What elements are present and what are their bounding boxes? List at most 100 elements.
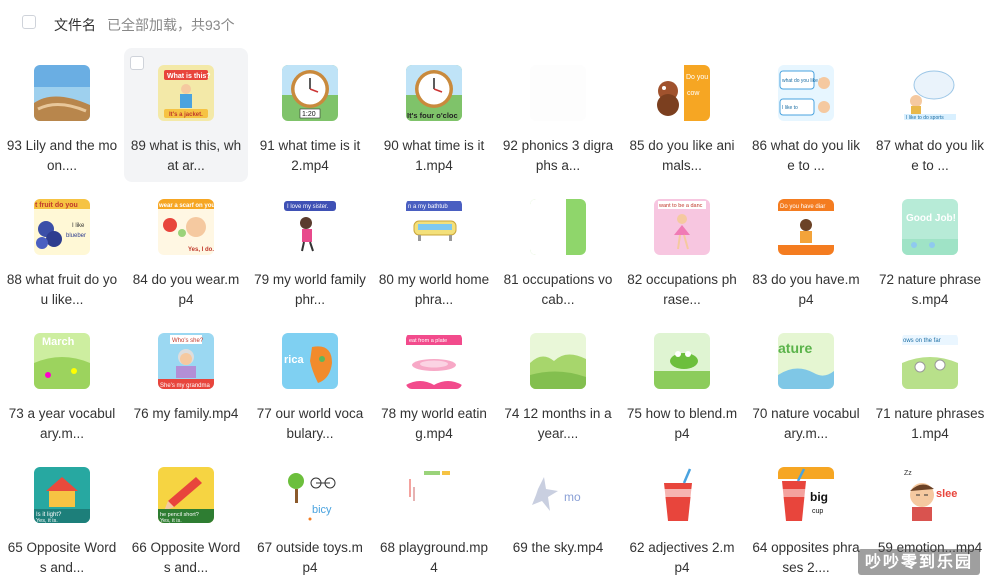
file-item[interactable]: 75 how to blend.mp4 [620, 316, 744, 450]
thumb-text: eat from a plate [409, 338, 447, 344]
file-list-header: 文件名 已全部加载，共93个 [0, 0, 987, 46]
file-name: 72 nature phrases.mp4 [878, 272, 982, 307]
thumb-text: Good Job! [906, 213, 956, 224]
file-item[interactable]: mo 69 the sky.mp4 [496, 450, 620, 584]
plate-thumbnail: eat from a plate [406, 333, 462, 389]
file-name: 74 12 months in a year.... [504, 406, 612, 441]
file-name: 87 what do you like to ... [875, 138, 985, 173]
thumb-text: ows on the far [903, 338, 941, 344]
file-name: 70 nature vocabulary.m... [752, 406, 860, 441]
file-item[interactable]: eat from a plate 78 my world eating.mp4 [372, 316, 496, 450]
file-name: 64 opposites phrases 2.... [752, 540, 860, 575]
file-item[interactable]: 68 playground.mp4 [372, 450, 496, 584]
thumb-text: big [810, 490, 828, 504]
thumb-text: n a my bathtub [408, 204, 448, 210]
file-item[interactable]: March 73 a year vocabulary.m... [0, 316, 124, 450]
thumb-text: 1:20 [302, 111, 316, 118]
file-name: 77 our world vocabulary... [256, 406, 364, 441]
file-item[interactable]: what do you like to I like to 86 what do y… [744, 48, 868, 182]
file-name: 79 my world family phr... [254, 272, 366, 307]
file-item[interactable]: What is this? It's a jacket. 89 what is th… [124, 48, 248, 182]
bicycle-thumbnail: bicy [282, 467, 338, 523]
file-item[interactable]: 81 occupations vocab... [496, 182, 620, 316]
thumb-text: I love my sister. [287, 204, 329, 210]
file-item[interactable]: rica 77 our world vocabulary... [248, 316, 372, 450]
thumb-text: What is this? [167, 73, 211, 80]
file-name: 88 what fruit do you like... [6, 272, 118, 307]
file-name: 76 my family.mp4 [133, 406, 239, 421]
file-item[interactable]: wear a scarf on you Yes, I do. 84 do you w… [124, 182, 248, 316]
file-item[interactable]: It's four o'cloc 90 what time is it 1.mp4 [372, 48, 496, 182]
file-item[interactable]: big cup 64 opposites phrases 2.... [744, 450, 868, 584]
beach-scene-thumbnail [34, 65, 90, 121]
file-name: 86 what do you like to ... [751, 138, 861, 173]
file-item[interactable]: I love my sister. 79 my world family phr.… [248, 182, 372, 316]
thumb-text: I like to do sports [906, 115, 944, 121]
nature-river-thumbnail: ature [778, 333, 834, 389]
file-name: 68 playground.mp4 [379, 540, 489, 575]
sky-thumbnail: mo [530, 467, 586, 523]
file-item[interactable]: Do you have diar 83 do you have.mp4 [744, 182, 868, 316]
clock-thumbnail: It's four o'cloc [406, 65, 462, 121]
file-item[interactable]: 93 Lily and the moon.... [0, 48, 124, 182]
file-name: 66 Opposite Words and... [131, 540, 241, 575]
thumb-text: I like [72, 223, 85, 229]
animals-thumbnail: Do you cow [654, 65, 710, 121]
file-item[interactable]: bicy 67 outside toys.mp4 [248, 450, 372, 584]
sleep-thumbnail: Zz slee [902, 467, 958, 523]
have-thumbnail: Do you have diar [778, 199, 834, 255]
select-all-checkbox[interactable] [22, 15, 36, 29]
file-item[interactable]: Do you cow 85 do you like animals... [620, 48, 744, 182]
file-item[interactable]: I like to do sports 87 what do you like t… [868, 48, 987, 182]
file-name: 65 Opposite Words and... [7, 540, 117, 575]
thumb-text: Zz [904, 470, 912, 477]
load-status: 已全部加载，共93个 [107, 17, 235, 33]
file-item[interactable]: 1:20 91 what time is it 2.mp4 [248, 48, 372, 182]
file-name: 91 what time is it 2.mp4 [259, 138, 361, 173]
thumb-text: what do you like to [782, 78, 824, 84]
file-name: 78 my world eating.mp4 [381, 406, 487, 441]
frog-thumbnail [654, 333, 710, 389]
thumb-text: It's a jacket. [169, 112, 203, 118]
grandma-thumbnail: Who's she? She's my grandma [158, 333, 214, 389]
file-item[interactable]: ature 70 nature vocabulary.m... [744, 316, 868, 450]
big-cup-thumbnail: big cup [778, 467, 834, 523]
family-thumbnail: I love my sister. [282, 199, 338, 255]
thumb-text: cup [812, 508, 823, 515]
thumb-text: ature [778, 340, 812, 356]
file-item[interactable]: t fruit do you I like blueber 88 what fruit… [0, 182, 124, 316]
file-name: 93 Lily and the moon.... [6, 138, 118, 173]
blank-thumbnail [530, 65, 586, 121]
what-is-this-thumbnail: What is this? It's a jacket. [158, 65, 214, 121]
thumb-text: I like to [782, 105, 798, 111]
wear-thumbnail: wear a scarf on you Yes, I do. [158, 199, 214, 255]
file-item[interactable]: n a my bathtub 80 my world home phra... [372, 182, 496, 316]
file-name: 90 what time is it 1.mp4 [383, 138, 485, 173]
file-item[interactable]: 92 phonics 3 digraphs a... [496, 48, 620, 182]
file-item[interactable]: 62 adjectives 2.mp4 [620, 450, 744, 584]
thumb-text: Yes, it is. [36, 518, 58, 523]
file-name: 84 do you wear.mp4 [132, 272, 240, 307]
thumb-text: blueber [66, 233, 86, 239]
thumb-text: mo [564, 490, 581, 504]
house-thumbnail: Is it light? Yes, it is. [34, 467, 90, 523]
file-item[interactable]: Is it light? Yes, it is. 65 Opposite Words… [0, 450, 124, 584]
file-item[interactable]: Who's she? She's my grandma 76 my family.m… [124, 316, 248, 450]
thumb-text: Who's she? [172, 338, 204, 344]
file-item[interactable]: 74 12 months in a year.... [496, 316, 620, 450]
thumb-text: It's four o'cloc [407, 111, 458, 120]
thumb-text: Do you have diar [780, 204, 825, 210]
file-item-checkbox[interactable] [130, 56, 144, 70]
thumb-text: rica [284, 354, 304, 366]
file-name-column-label: 文件名 [54, 17, 96, 33]
thumb-text: Yes, it is. [160, 518, 182, 523]
file-item[interactable]: ows on the far 71 nature phrases 1.mp4 [868, 316, 987, 450]
cup-thumbnail [654, 467, 710, 523]
file-item[interactable]: he pencil short? Yes, it is. 66 Opposite W… [124, 450, 248, 584]
clock-thumbnail: 1:20 [282, 65, 338, 121]
file-item[interactable]: want to be a danc 82 occupations phrase..… [620, 182, 744, 316]
file-item[interactable]: Good Job! 72 nature phrases.mp4 [868, 182, 987, 316]
file-name: 89 what is this, what ar... [130, 138, 242, 173]
file-name: 82 occupations phrase... [627, 272, 737, 307]
thumb-text: March [42, 336, 75, 348]
